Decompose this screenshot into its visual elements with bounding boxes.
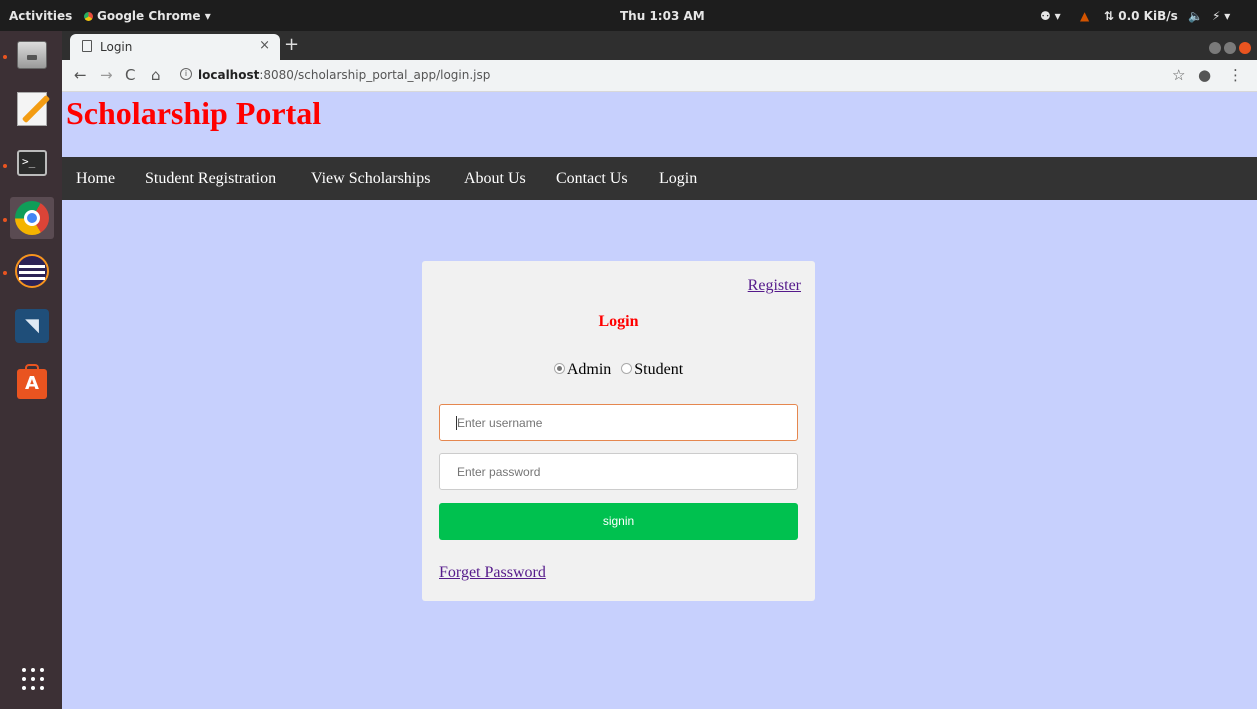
tab-login[interactable]: Login × bbox=[70, 34, 280, 60]
system-top-bar: Activities Google Chrome ▾ Thu 1:03 AM ⚉… bbox=[0, 0, 1257, 31]
forward-button[interactable]: → bbox=[100, 66, 113, 84]
password-input[interactable]: Enter password bbox=[439, 453, 798, 490]
maximize-button[interactable] bbox=[1224, 42, 1236, 54]
show-applications-icon[interactable] bbox=[22, 668, 46, 692]
window-controls bbox=[1206, 39, 1251, 58]
login-card: Register Login Admin Student Enter usern… bbox=[422, 261, 815, 601]
role-admin-label[interactable]: Admin bbox=[567, 361, 611, 378]
chrome-icon bbox=[84, 12, 93, 21]
role-radio-group: Admin Student bbox=[422, 361, 815, 379]
running-indicator bbox=[3, 271, 7, 275]
bookmark-star-icon[interactable]: ☆ bbox=[1172, 66, 1185, 84]
nav-student-registration[interactable]: Student Registration bbox=[145, 170, 276, 188]
new-tab-button[interactable]: + bbox=[284, 34, 299, 55]
reload-button[interactable]: C bbox=[125, 66, 135, 84]
running-indicator bbox=[3, 218, 7, 222]
role-admin-radio[interactable] bbox=[553, 363, 565, 374]
username-input[interactable]: Enter username bbox=[439, 404, 798, 441]
terminal-icon[interactable]: >_ bbox=[13, 144, 51, 182]
forget-password-link[interactable]: Forget Password bbox=[439, 564, 546, 582]
text-caret bbox=[456, 416, 457, 430]
chrome-icon[interactable] bbox=[13, 199, 51, 237]
running-indicator bbox=[3, 55, 7, 59]
volume-icon[interactable]: 🔈 bbox=[1188, 9, 1203, 23]
network-speed[interactable]: ⇅ 0.0 KiB/s bbox=[1104, 9, 1178, 23]
url-text: localhost:8080/scholarship_portal_app/lo… bbox=[198, 68, 491, 82]
minimize-button[interactable] bbox=[1209, 42, 1221, 54]
site-title: Scholarship Portal bbox=[66, 95, 322, 131]
app-menu[interactable]: Google Chrome ▾ bbox=[84, 9, 211, 23]
browser-toolbar: ← → C ⌂ i localhost:8080/scholarship_por… bbox=[62, 60, 1257, 92]
nav-login[interactable]: Login bbox=[659, 170, 697, 188]
close-tab-icon[interactable]: × bbox=[259, 38, 270, 53]
files-icon[interactable] bbox=[13, 35, 51, 73]
nav-view-scholarships[interactable]: View Scholarships bbox=[311, 170, 430, 188]
page-icon bbox=[82, 40, 92, 52]
page-viewport: Scholarship Portal Home Student Registra… bbox=[62, 92, 1257, 709]
nav-contact-us[interactable]: Contact Us bbox=[556, 170, 628, 188]
app-menu-label: Google Chrome ▾ bbox=[97, 9, 211, 23]
tab-title: Login bbox=[100, 40, 133, 54]
close-window-button[interactable] bbox=[1239, 42, 1251, 54]
browser-tab-strip: Login × + bbox=[62, 31, 1257, 60]
nav-about-us[interactable]: About Us bbox=[464, 170, 526, 188]
login-heading: Login bbox=[598, 313, 639, 330]
main-navbar: Home Student Registration View Scholarsh… bbox=[62, 157, 1257, 200]
clock[interactable]: Thu 1:03 AM bbox=[620, 9, 705, 23]
network-warning-icon[interactable]: ▲ bbox=[1080, 9, 1089, 23]
profile-icon[interactable]: ● bbox=[1198, 66, 1211, 84]
eclipse-icon[interactable] bbox=[13, 252, 51, 290]
browser-menu-icon[interactable]: ⋮ bbox=[1228, 66, 1243, 84]
running-indicator bbox=[3, 164, 7, 168]
nav-home[interactable]: Home bbox=[76, 170, 115, 188]
back-button[interactable]: ← bbox=[74, 66, 87, 84]
activities-button[interactable]: Activities bbox=[9, 9, 72, 23]
role-student-label[interactable]: Student bbox=[634, 361, 683, 378]
address-bar[interactable]: i localhost:8080/scholarship_portal_app/… bbox=[180, 64, 1210, 88]
text-editor-icon[interactable] bbox=[13, 89, 51, 127]
site-info-icon[interactable]: i bbox=[180, 68, 192, 80]
username-placeholder: Enter username bbox=[457, 416, 543, 430]
power-icon[interactable]: ⚡ ▾ bbox=[1212, 9, 1230, 23]
role-student-radio[interactable] bbox=[621, 363, 633, 374]
software-center-icon[interactable]: A bbox=[13, 363, 51, 401]
accessibility-icon[interactable]: ⚉ ▾ bbox=[1040, 9, 1061, 23]
mysql-workbench-icon[interactable]: ◥ bbox=[13, 307, 51, 345]
home-button[interactable]: ⌂ bbox=[151, 66, 161, 84]
signin-button[interactable]: signin bbox=[439, 503, 798, 540]
launcher-dock: >_ ◥ A bbox=[0, 31, 62, 709]
password-placeholder: Enter password bbox=[457, 465, 541, 479]
register-link[interactable]: Register bbox=[748, 277, 801, 295]
